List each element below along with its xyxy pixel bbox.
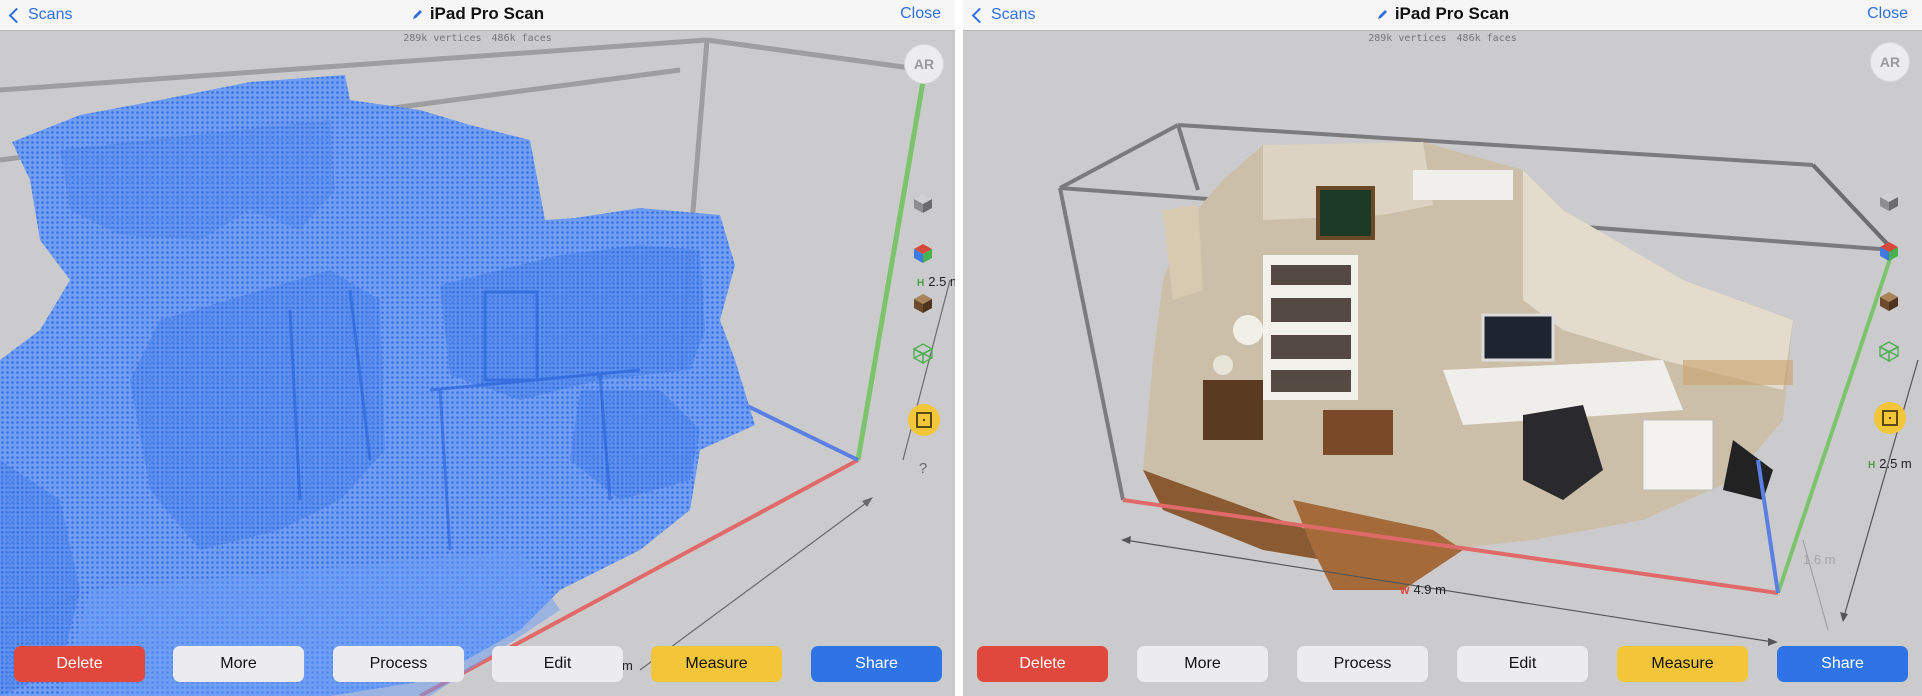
frame-button[interactable]	[908, 404, 940, 436]
height-arrow	[1842, 359, 1919, 621]
help-icon[interactable]: ?	[915, 460, 931, 478]
width-value: 4.9 m	[1413, 582, 1446, 597]
width-dimension-partial: m	[622, 658, 633, 673]
share-button[interactable]: Share	[1777, 646, 1908, 682]
scan-title[interactable]: iPad Pro Scan	[963, 4, 1922, 24]
process-button[interactable]: Process	[333, 646, 464, 682]
vertex-count: 289k vertices	[403, 33, 482, 44]
navigation-bar: Scans iPad Pro Scan Close	[963, 0, 1922, 31]
width-arrow	[639, 499, 871, 671]
texture-cube-icon[interactable]	[912, 292, 936, 316]
frame-icon	[916, 412, 932, 428]
delete-button[interactable]: Delete	[14, 646, 145, 682]
ar-button[interactable]: AR	[1871, 43, 1909, 81]
wireframe-cube-icon[interactable]	[912, 342, 936, 366]
height-axis-label: H	[917, 278, 925, 289]
scan-title-text: iPad Pro Scan	[1394, 4, 1510, 23]
solid-cube-icon[interactable]	[1878, 190, 1902, 214]
vertex-count: 289k vertices	[1368, 33, 1447, 44]
close-button[interactable]: Close	[1867, 5, 1908, 23]
textured-room-mesh	[1143, 142, 1793, 590]
navigation-bar: Scans iPad Pro Scan Close	[0, 0, 955, 31]
mesh-stats: 289k vertices 486k faces	[0, 33, 955, 44]
height-dimension: H2.5 m	[917, 274, 955, 289]
width-dimension: W 4.9 m	[1400, 582, 1446, 597]
edit-button[interactable]: Edit	[1457, 646, 1588, 682]
scan-viewer-textured: Scans iPad Pro Scan Close 289k vertices …	[963, 0, 1922, 696]
height-axis-label: H	[1868, 460, 1876, 471]
wireframe-cube-icon[interactable]	[1878, 340, 1902, 364]
height-value: 2.5 m	[1879, 456, 1912, 471]
delete-button[interactable]: Delete	[977, 646, 1108, 682]
share-button[interactable]: Share	[811, 646, 942, 682]
scan-title-text: iPad Pro Scan	[429, 4, 545, 23]
more-button[interactable]: More	[1137, 646, 1268, 682]
edit-button[interactable]: Edit	[492, 646, 623, 682]
color-cube-icon[interactable]	[1878, 240, 1902, 264]
color-cube-icon[interactable]	[912, 242, 936, 266]
width-axis-label: W	[1400, 586, 1410, 597]
ar-button[interactable]: AR	[905, 45, 943, 83]
pencil-icon	[1377, 10, 1387, 19]
scan-title[interactable]: iPad Pro Scan	[0, 4, 955, 24]
pencil-icon	[412, 10, 422, 19]
measure-button[interactable]: Measure	[1617, 646, 1748, 682]
depth-dimension: 1.6 m	[1803, 552, 1836, 567]
height-value: 2.5 m	[928, 274, 955, 289]
split-divider	[955, 0, 963, 696]
point-cloud-viewport[interactable]	[0, 30, 955, 696]
frame-button[interactable]	[1874, 402, 1906, 434]
height-dimension: H2.5 m	[1868, 456, 1912, 471]
face-count: 486k faces	[1456, 33, 1517, 44]
axis-z	[734, 398, 859, 462]
face-count: 486k faces	[491, 33, 552, 44]
scan-viewer-point-cloud: Scans iPad Pro Scan Close 289k vertices …	[0, 0, 955, 696]
close-button[interactable]: Close	[900, 5, 941, 23]
measure-button[interactable]: Measure	[651, 646, 782, 682]
more-button[interactable]: More	[173, 646, 304, 682]
solid-cube-icon[interactable]	[912, 192, 936, 216]
texture-cube-icon[interactable]	[1878, 290, 1902, 314]
mesh-stats: 289k vertices 486k faces	[963, 33, 1922, 44]
process-button[interactable]: Process	[1297, 646, 1428, 682]
frame-icon	[1882, 410, 1898, 426]
